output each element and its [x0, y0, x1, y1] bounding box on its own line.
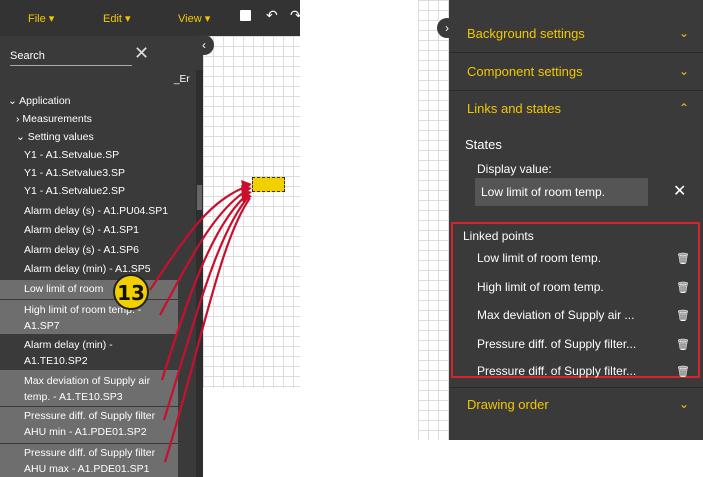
menu-edit[interactable]: Edit ▾	[103, 12, 131, 25]
list-item[interactable]: Alarm delay (s) - A1.SP6	[0, 244, 178, 256]
list-item[interactable]: Y1 - A1.Setvalue3.SP	[0, 167, 178, 179]
divider	[449, 387, 703, 388]
search-underline	[10, 65, 132, 66]
list-item[interactable]: Alarm delay (min) - A1.SP5	[0, 263, 178, 275]
chevron-up-icon: ⌃	[678, 101, 689, 115]
step-number-badge: 13	[113, 274, 149, 310]
scrollbar-thumb[interactable]	[197, 185, 202, 210]
divider	[449, 90, 703, 91]
linked-point-item[interactable]: Pressure diff. of Supply filter...	[477, 364, 697, 378]
linked-point-item[interactable]: Max deviation of Supply air ...	[477, 308, 697, 322]
trash-icon[interactable]: 🗑	[676, 281, 690, 294]
chevron-down-icon: ⌄	[678, 26, 689, 40]
list-item[interactable]: Alarm delay (s) - A1.SP1	[0, 224, 178, 236]
list-item-selected[interactable]: Low limit of room	[0, 280, 178, 299]
section-drawing-order[interactable]: Drawing order ⌄	[467, 397, 689, 412]
list-item-selected[interactable]: Pressure diff. of Supply filter AHU min …	[0, 407, 178, 443]
menu-file[interactable]: File ▾	[28, 12, 54, 25]
chevron-down-icon: ⌄	[8, 95, 17, 107]
trash-icon[interactable]: 🗑	[676, 252, 690, 265]
chevron-down-icon: ⌄	[678, 397, 689, 411]
chevron-right-icon: ›	[445, 21, 449, 35]
selected-component[interactable]	[252, 177, 285, 192]
linked-points-heading: Linked points	[463, 229, 534, 243]
section-links-and-states[interactable]: Links and states ⌃	[467, 101, 689, 116]
collapse-panel-button[interactable]: ‹	[194, 35, 214, 55]
linked-point-item[interactable]: Low limit of room temp.	[477, 251, 697, 265]
clipped-column-text: _Er	[174, 74, 190, 85]
chevron-down-icon: ⌄	[16, 131, 25, 143]
chevron-left-icon: ‹	[202, 38, 206, 52]
list-item[interactable]: Y1 - A1.Setvalue2.SP	[0, 185, 178, 197]
navigator-panel: Search ✕ _Er ⌄ Application › Measurement…	[0, 0, 203, 477]
search-row: Search ✕	[6, 40, 196, 68]
redo-icon[interactable]: ↷	[290, 7, 302, 24]
display-value-field[interactable]: Low limit of room temp.	[475, 178, 648, 206]
list-item[interactable]: Alarm delay (s) - A1.PU04.SP1	[0, 205, 178, 217]
scrollbar[interactable]	[196, 70, 203, 477]
list-item[interactable]: Alarm delay (min) - A1.TE10.SP2	[0, 339, 178, 373]
section-component-settings[interactable]: Component settings ⌄	[467, 64, 689, 79]
divider	[449, 52, 703, 53]
linked-points-highlight	[451, 222, 700, 378]
list-item-selected[interactable]: Pressure diff. of Supply filter AHU max …	[0, 444, 178, 477]
save-icon[interactable]	[240, 10, 251, 21]
undo-icon[interactable]: ↶	[266, 7, 278, 24]
list-item-selected[interactable]: High limit of room temp. - A1.SP7	[0, 300, 178, 334]
states-heading: States	[465, 137, 502, 152]
menu-bar: File ▾ Edit ▾ View ▾ ↶ ↷	[0, 0, 302, 36]
trash-icon[interactable]: 🗑	[676, 365, 690, 378]
expand-panel-button[interactable]: ›	[437, 18, 457, 38]
tree-node-setting-values[interactable]: ⌄ Setting values	[0, 131, 178, 143]
trash-icon[interactable]: 🗑	[676, 309, 690, 322]
linked-point-item[interactable]: High limit of room temp.	[477, 280, 697, 294]
tree-node-measurements[interactable]: › Measurements	[0, 113, 178, 125]
menu-view[interactable]: View ▾	[178, 12, 210, 25]
chevron-down-icon: ⌄	[678, 64, 689, 78]
drawing-canvas[interactable]	[203, 36, 300, 388]
trash-icon[interactable]: 🗑	[676, 338, 690, 351]
chevron-right-icon: ›	[16, 113, 20, 125]
close-icon[interactable]: ✕	[134, 43, 149, 64]
linked-point-item[interactable]: Pressure diff. of Supply filter...	[477, 337, 697, 351]
list-item-selected[interactable]: Max deviation of Supply air temp. - A1.T…	[0, 370, 178, 406]
tree-node-application[interactable]: ⌄ Application	[0, 95, 178, 107]
display-value-label: Display value:	[477, 162, 552, 176]
search-input[interactable]: Search	[10, 50, 45, 62]
close-icon[interactable]: ✕	[673, 181, 686, 201]
list-item[interactable]: Y1 - A1.Setvalue.SP	[0, 149, 178, 161]
section-background-settings[interactable]: Background settings ⌄	[467, 26, 689, 41]
canvas-grid-edge	[418, 0, 450, 440]
